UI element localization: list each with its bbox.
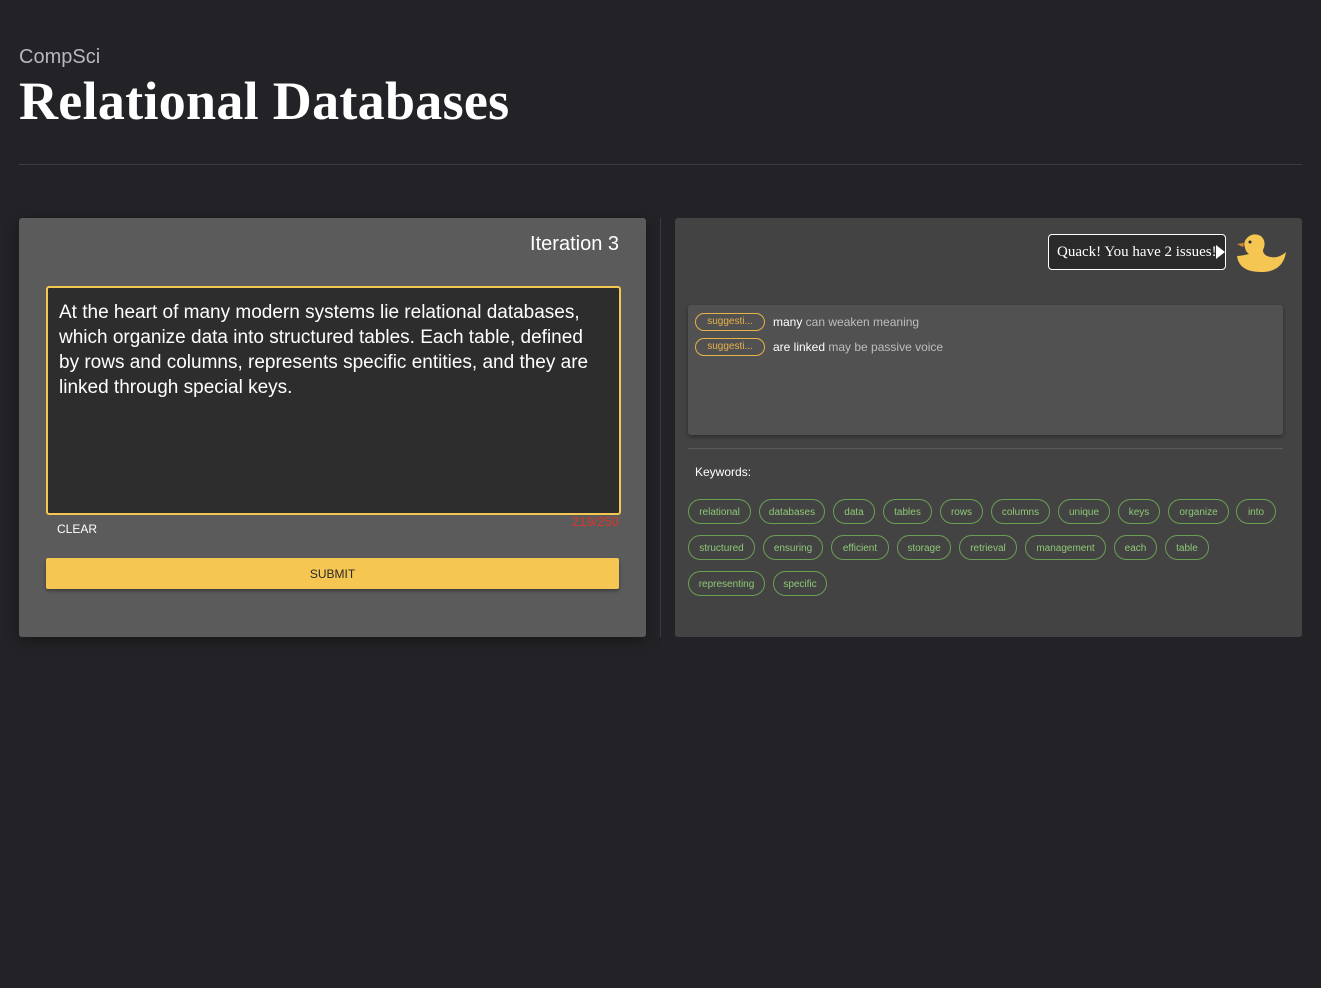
keyword-chip[interactable]: tables [883, 499, 932, 524]
keyword-chip[interactable]: ensuring [763, 535, 823, 560]
keyword-chip[interactable]: each [1114, 535, 1157, 560]
iteration-label: Iteration 3 [530, 233, 619, 255]
keyword-chip[interactable]: keys [1118, 499, 1160, 524]
keyword-chip[interactable]: table [1165, 535, 1209, 560]
keywords-label: Keywords: [695, 465, 752, 479]
keyword-chip[interactable]: columns [991, 499, 1050, 524]
keyword-chip[interactable]: management [1025, 535, 1106, 560]
keyword-chip[interactable]: specific [773, 571, 827, 596]
issue-message: many can weaken meaning [773, 315, 919, 329]
submit-button[interactable]: SUBMIT [46, 558, 619, 589]
issue-message: are linked may be passive voice [773, 340, 943, 354]
issue-description: may be passive voice [825, 340, 944, 354]
keyword-chip[interactable]: representing [688, 571, 765, 596]
keyword-chip[interactable]: storage [897, 535, 951, 560]
subject-label: CompSci [19, 46, 101, 68]
speech-bubble: Quack! You have 2 issues! [1048, 234, 1226, 270]
keyword-chip[interactable]: unique [1058, 499, 1110, 524]
issue-type-badge: suggesti... [695, 338, 765, 356]
editor-card: Iteration 3 At the heart of many modern … [19, 218, 646, 637]
char-count: 219/250 [572, 514, 619, 529]
keyword-chip[interactable]: retrieval [959, 535, 1017, 560]
keyword-chip[interactable]: efficient [831, 535, 889, 560]
speech-bubble-tail [1216, 245, 1225, 259]
keyword-chip[interactable]: databases [759, 499, 825, 524]
issue-word: many [773, 315, 803, 329]
keyword-chip[interactable]: structured [688, 535, 755, 560]
issue-item[interactable]: suggesti... are linked may be passive vo… [695, 338, 943, 356]
keyword-chip[interactable]: relational [688, 499, 751, 524]
duck-icon [1237, 234, 1286, 272]
keyword-chip[interactable]: rows [940, 499, 983, 524]
clear-button[interactable]: CLEAR [49, 520, 105, 538]
issue-item[interactable]: suggesti... many can weaken meaning [695, 313, 919, 331]
header-divider [19, 164, 1302, 165]
panel-separator [660, 218, 661, 637]
issue-description: can weaken meaning [802, 315, 920, 329]
issue-word: are linked [773, 340, 826, 354]
essay-textarea[interactable]: At the heart of many modern systems lie … [46, 286, 621, 515]
feedback-divider [688, 448, 1283, 449]
page-title: Relational Databases [19, 71, 510, 131]
feedback-card: Quack! You have 2 issues! suggesti... ma… [675, 218, 1302, 637]
keyword-chip[interactable]: data [833, 499, 875, 524]
issue-type-badge: suggesti... [695, 313, 765, 331]
keyword-chip[interactable]: organize [1168, 499, 1229, 524]
issues-list: suggesti... many can weaken meaning sugg… [688, 305, 1283, 435]
page-header: CompSci Relational Databases [19, 44, 510, 132]
keyword-chip[interactable]: into [1236, 499, 1276, 524]
